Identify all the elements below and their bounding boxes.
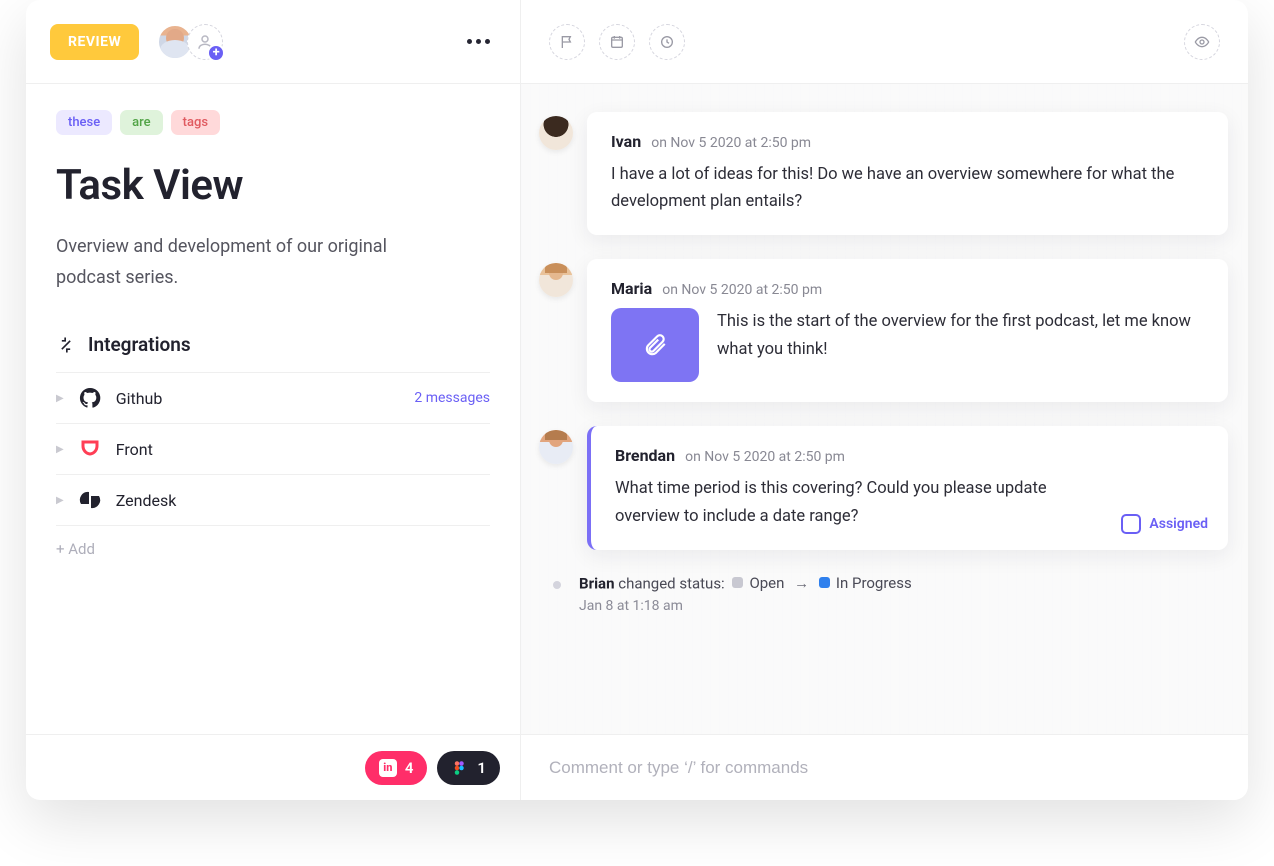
comment-timestamp: on Nov 5 2020 at 2:50 pm <box>685 449 845 465</box>
activity-time: Jan 8 at 1:18 am <box>579 598 916 614</box>
github-icon <box>78 386 102 410</box>
comment-avatar[interactable] <box>539 430 573 464</box>
zendesk-icon <box>78 488 102 512</box>
comment-feed: Ivan on Nov 5 2020 at 2:50 pm I have a l… <box>521 84 1248 734</box>
activity-line: Brian changed status: Open → In Progress <box>579 574 916 593</box>
comment-author: Maria <box>611 279 652 298</box>
comment-bubble: Ivan on Nov 5 2020 at 2:50 pm I have a l… <box>587 112 1228 235</box>
watch-button[interactable] <box>1184 24 1220 60</box>
chevron-right-icon: ▶ <box>56 444 64 455</box>
integration-meta: 2 messages <box>414 390 490 406</box>
checkbox-icon <box>1121 514 1141 534</box>
left-body: these are tags Task View Overview and de… <box>26 84 520 734</box>
tag[interactable]: tags <box>171 110 220 135</box>
integration-row-github[interactable]: ▶ Github 2 messages <box>56 372 490 423</box>
plus-icon: + <box>207 44 225 62</box>
attachments-pill-invision[interactable]: in 4 <box>365 751 428 785</box>
assignee-avatars: + <box>157 24 223 60</box>
integration-name: Front <box>116 440 153 459</box>
comment-bubble: Brendan on Nov 5 2020 at 2:50 pm What ti… <box>587 426 1228 549</box>
comment: Brendan on Nov 5 2020 at 2:50 pm What ti… <box>539 426 1228 549</box>
right-panel: Ivan on Nov 5 2020 at 2:50 pm I have a l… <box>521 0 1248 800</box>
compose-bar <box>521 734 1248 800</box>
comment: Maria on Nov 5 2020 at 2:50 pm This is t… <box>539 259 1228 402</box>
integrations-heading: Integrations <box>56 333 490 372</box>
date-button[interactable] <box>599 24 635 60</box>
pill-count: 1 <box>477 759 486 777</box>
front-icon <box>78 437 102 461</box>
comment: Ivan on Nov 5 2020 at 2:50 pm I have a l… <box>539 112 1228 235</box>
assigned-label: Assigned <box>1149 516 1208 532</box>
eye-icon <box>1194 34 1210 50</box>
left-header: REVIEW + <box>26 0 520 84</box>
activity-entry: Brian changed status: Open → In Progress… <box>553 574 1228 615</box>
activity-actor: Brian <box>579 574 614 592</box>
tag[interactable]: are <box>120 110 162 135</box>
activity-dot-icon <box>553 581 561 589</box>
integration-row-zendesk[interactable]: ▶ Zendesk <box>56 474 490 525</box>
task-description: Overview and development of our original… <box>56 232 396 293</box>
right-header <box>521 0 1248 84</box>
more-menu-button[interactable] <box>461 33 496 50</box>
integration-row-front[interactable]: ▶ Front <box>56 423 490 474</box>
comment-timestamp: on Nov 5 2020 at 2:50 pm <box>662 282 822 298</box>
comment-bubble: Maria on Nov 5 2020 at 2:50 pm This is t… <box>587 259 1228 402</box>
status-chip[interactable]: REVIEW <box>50 24 139 60</box>
comment-text: What time period is this covering? Could… <box>615 475 1204 529</box>
task-title: Task View <box>56 161 490 210</box>
left-footer: in 4 1 <box>26 734 520 800</box>
integrations-title: Integrations <box>88 333 191 356</box>
attachment-thumbnail[interactable] <box>611 308 699 382</box>
flag-icon <box>559 34 575 50</box>
pill-count: 4 <box>405 759 414 777</box>
task-view-app: REVIEW + these are tags Task View Overvi… <box>26 0 1248 800</box>
add-integration-button[interactable]: + Add <box>56 525 490 572</box>
status-to: In Progress <box>819 574 912 592</box>
tag-list: these are tags <box>56 110 490 135</box>
invision-icon: in <box>379 759 397 777</box>
paperclip-icon <box>642 332 668 358</box>
integrations-icon <box>56 335 76 355</box>
clock-icon <box>659 34 675 50</box>
left-panel: REVIEW + these are tags Task View Overvi… <box>26 0 521 800</box>
integration-name: Github <box>116 389 163 408</box>
calendar-icon <box>609 34 625 50</box>
comment-avatar[interactable] <box>539 263 573 297</box>
flag-button[interactable] <box>549 24 585 60</box>
chevron-right-icon: ▶ <box>56 495 64 506</box>
arrow-right-icon: → <box>794 574 809 592</box>
status-from: Open <box>732 574 784 592</box>
comment-avatar[interactable] <box>539 116 573 150</box>
comment-text: This is the start of the overview for th… <box>717 308 1204 362</box>
comment-input[interactable] <box>549 758 1220 778</box>
attachments-pill-figma[interactable]: 1 <box>437 751 500 785</box>
activity-verb: changed status: <box>618 574 724 592</box>
time-button[interactable] <box>649 24 685 60</box>
figma-icon <box>451 759 469 777</box>
chevron-right-icon: ▶ <box>56 393 64 404</box>
comment-author: Ivan <box>611 132 641 151</box>
comment-timestamp: on Nov 5 2020 at 2:50 pm <box>651 135 811 151</box>
comment-author: Brendan <box>615 446 675 465</box>
comment-text: I have a lot of ideas for this! Do we ha… <box>611 161 1204 215</box>
integration-name: Zendesk <box>116 491 177 510</box>
assigned-badge[interactable]: Assigned <box>1121 514 1208 534</box>
tag[interactable]: these <box>56 110 112 135</box>
add-assignee-button[interactable]: + <box>187 24 223 60</box>
